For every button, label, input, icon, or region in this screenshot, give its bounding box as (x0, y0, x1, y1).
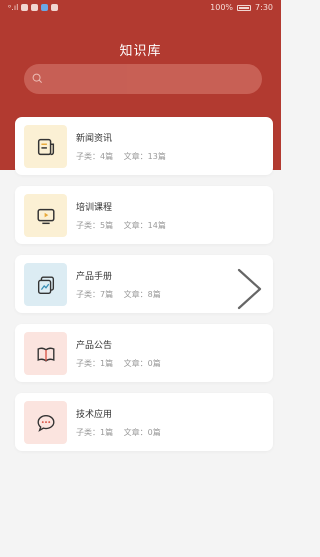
subcategory-label: 子类： (76, 152, 100, 161)
status-icons-right: 100% 7:30 (210, 3, 273, 12)
chevron-right-icon[interactable] (234, 266, 266, 312)
battery-icon (237, 4, 252, 11)
category-stats: 子类：7篇 文章：8篇 (76, 289, 161, 300)
search-icon (32, 73, 42, 83)
wifi-icon (21, 4, 29, 11)
manual-icon-glyph (37, 276, 54, 294)
chat-icon (24, 401, 67, 444)
video-course-icon (24, 194, 67, 237)
article-label: 文章： (123, 290, 148, 299)
subcategory-count: 1篇 (100, 359, 114, 368)
search-input[interactable] (24, 64, 262, 94)
subcategory-label: 子类： (76, 221, 100, 230)
category-name: 技术应用 (76, 410, 113, 420)
article-count: 0篇 (147, 428, 161, 437)
category-name: 新闻资讯 (76, 134, 113, 144)
subcategory-count: 4篇 (100, 152, 114, 161)
subcategory-label: 子类： (76, 428, 100, 437)
category-stats: 子类：5篇 文章：14篇 (76, 220, 166, 231)
battery-percent: 100% (210, 3, 234, 12)
category-name: 产品手册 (76, 272, 113, 282)
app-icon (41, 4, 49, 11)
category-card-tech[interactable]: 技术应用 子类：1篇 文章：0篇 (15, 393, 273, 451)
category-stats: 子类：1篇 文章：0篇 (76, 427, 161, 438)
clock: 7:30 (255, 3, 273, 12)
book-icon (24, 332, 67, 375)
page-title: 知识库 (119, 44, 162, 59)
manual-icon (24, 263, 67, 306)
message-icon (51, 4, 59, 11)
status-icons-left: ᵒ.ıl (8, 3, 59, 12)
category-card-training[interactable]: 培训课程 子类：5篇 文章：14篇 (15, 186, 273, 244)
category-card-news[interactable]: 新闻资讯 子类：4篇 文章：13篇 (15, 117, 273, 175)
signal-icon: ᵒ.ıl (8, 3, 19, 12)
article-label: 文章： (123, 359, 148, 368)
category-stats: 子类：4篇 文章：13篇 (76, 151, 166, 162)
article-label: 文章： (123, 428, 148, 437)
category-name: 培训课程 (76, 203, 113, 213)
notification-icon (31, 4, 39, 11)
subcategory-count: 5篇 (100, 221, 114, 230)
subcategory-label: 子类： (76, 359, 100, 368)
news-icon-glyph (37, 138, 54, 155)
article-label: 文章： (123, 152, 148, 161)
category-stats: 子类：1篇 文章：0篇 (76, 358, 161, 369)
article-count: 0篇 (147, 359, 161, 368)
subcategory-count: 7篇 (100, 290, 114, 299)
category-name: 产品公告 (76, 341, 113, 351)
book-icon-glyph (37, 347, 54, 362)
category-card-announcement[interactable]: 产品公告 子类：1篇 文章：0篇 (15, 324, 273, 382)
video-course-icon-glyph (36, 208, 55, 224)
chat-icon-glyph (37, 414, 54, 432)
article-label: 文章： (123, 221, 148, 230)
subcategory-label: 子类： (76, 290, 100, 299)
article-count: 14篇 (147, 221, 166, 230)
news-icon (24, 125, 67, 168)
status-bar: ᵒ.ıl 100% 7:30 (0, 0, 281, 16)
article-count: 8篇 (147, 290, 161, 299)
article-count: 13篇 (147, 152, 166, 161)
subcategory-count: 1篇 (100, 428, 114, 437)
